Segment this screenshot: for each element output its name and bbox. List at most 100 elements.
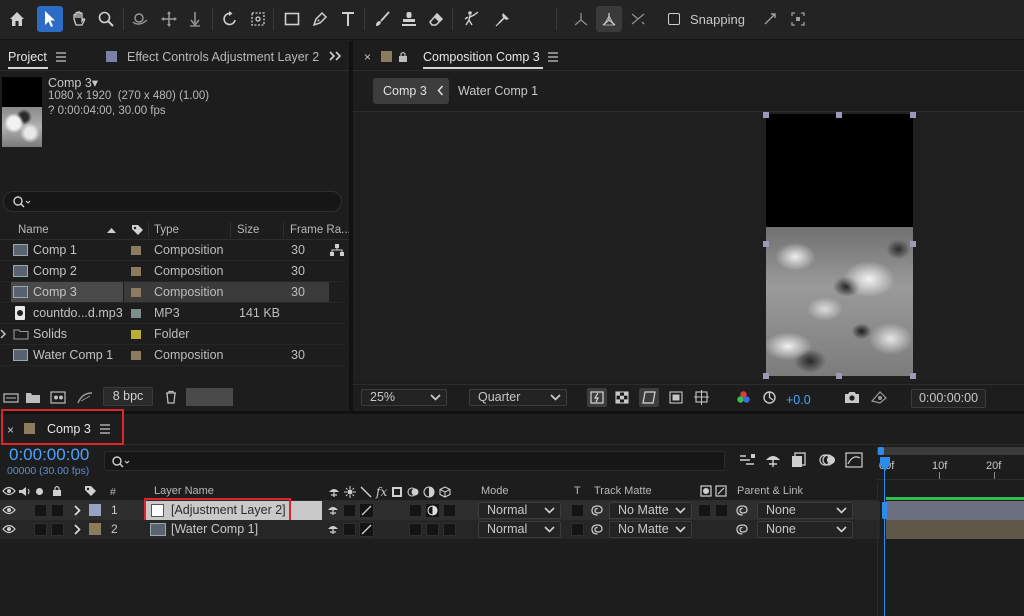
snap-grid-icon[interactable] — [785, 6, 811, 32]
label-column-icon[interactable] — [84, 485, 97, 497]
layer-bar-2[interactable] — [886, 520, 1024, 539]
column-layer-name[interactable]: Layer Name — [154, 485, 214, 497]
label-color-chip[interactable] — [131, 330, 141, 339]
preserve-transparency-toggle[interactable] — [571, 504, 584, 517]
label-column-icon[interactable] — [131, 224, 144, 236]
transform-handle[interactable] — [836, 373, 842, 379]
fast-previews-icon[interactable] — [587, 388, 607, 407]
exposure-value[interactable]: +0.0 — [786, 393, 811, 407]
channel-rgb-icon[interactable] — [736, 390, 751, 405]
column-name[interactable]: Name — [18, 224, 49, 236]
comp-canvas[interactable] — [766, 114, 913, 376]
track-matte-dropdown[interactable]: No Matte — [609, 521, 692, 538]
transform-handle[interactable] — [836, 112, 842, 118]
dolly-camera-icon[interactable] — [182, 6, 208, 32]
new-folder-icon[interactable] — [25, 391, 41, 404]
sort-ascending-icon[interactable] — [106, 227, 117, 234]
selection-tool-icon[interactable] — [37, 6, 63, 32]
transform-handle[interactable] — [763, 241, 769, 247]
playhead-handle[interactable] — [879, 456, 891, 472]
region-of-interest-icon[interactable] — [669, 391, 683, 404]
layer-in-point-handle[interactable] — [882, 502, 887, 519]
brush-tool-icon[interactable] — [369, 6, 395, 32]
project-item-comp-2[interactable]: Comp 2 Composition 30 — [0, 261, 345, 282]
transform-handle[interactable] — [763, 373, 769, 379]
lock-icon[interactable] — [398, 51, 408, 62]
parent-dropdown[interactable]: None — [757, 521, 853, 538]
rectangle-tool-icon[interactable] — [279, 6, 305, 32]
magnification-dropdown[interactable]: 25% — [361, 389, 447, 406]
track-matte-dropdown[interactable]: No Matte — [609, 502, 692, 519]
eye-icon[interactable] — [2, 505, 16, 515]
rotate-tool-icon[interactable] — [217, 6, 243, 32]
composition-viewer[interactable] — [353, 112, 1024, 382]
lock-toggle[interactable] — [51, 504, 64, 517]
label-color-chip[interactable] — [131, 309, 141, 318]
panel-menu-icon[interactable] — [547, 52, 559, 62]
snap-edges-icon[interactable] — [757, 6, 783, 32]
3d-layer-toggle[interactable] — [443, 523, 456, 536]
column-mode[interactable]: Mode — [481, 485, 509, 497]
pan-camera-icon[interactable] — [156, 6, 182, 32]
transform-handle[interactable] — [910, 241, 916, 247]
grid-guides-icon[interactable] — [694, 390, 709, 405]
view-axis-icon[interactable] — [625, 6, 651, 32]
world-axis-icon[interactable] — [596, 6, 622, 32]
timeline-current-time[interactable]: 0:00:00:00 — [9, 445, 89, 465]
thumbnail-transparency-swatch[interactable] — [186, 388, 233, 406]
bit-depth-button[interactable]: 8 bpc — [103, 387, 153, 406]
column-parent-link[interactable]: Parent & Link — [737, 485, 803, 497]
snapshot-camera-icon[interactable] — [844, 390, 860, 404]
tab-composition[interactable]: Composition Comp 3 — [423, 50, 540, 64]
pickwhip-icon[interactable] — [591, 504, 604, 517]
tab-effect-controls[interactable]: Effect Controls Adjustment Layer 2 — [127, 50, 319, 64]
snapping-checkbox[interactable] — [668, 13, 680, 25]
chevron-right-icon[interactable] — [74, 505, 81, 516]
hand-tool-icon[interactable] — [66, 6, 92, 32]
label-color-chip[interactable] — [131, 246, 141, 255]
pen-tool-icon[interactable] — [307, 6, 333, 32]
local-axis-icon[interactable] — [568, 6, 594, 32]
layer-bar-1[interactable] — [886, 501, 1024, 520]
zoom-tool-icon[interactable] — [93, 6, 119, 32]
transform-handle[interactable] — [910, 112, 916, 118]
video-switch-icon[interactable] — [2, 486, 16, 496]
column-track-matte[interactable]: Track Matte — [594, 485, 652, 497]
project-item-comp-1[interactable]: Comp 1 Composition 30 — [0, 240, 345, 261]
trash-icon[interactable] — [164, 390, 178, 404]
anchor-point-tool-icon[interactable] — [245, 6, 271, 32]
label-color-chip[interactable] — [131, 288, 141, 297]
shy-toggle-icon[interactable] — [327, 504, 339, 516]
breadcrumb-water-comp-1[interactable]: Water Comp 1 — [458, 84, 538, 98]
project-search-input[interactable] — [3, 191, 342, 212]
column-size[interactable]: Size — [237, 224, 259, 236]
current-time-display[interactable]: 0:00:00:00 — [911, 389, 986, 408]
matte-invert-toggle[interactable] — [715, 504, 728, 517]
project-settings-icon[interactable] — [76, 391, 94, 404]
breadcrumb-comp-3[interactable]: Comp 3 — [373, 78, 449, 104]
eye-icon[interactable] — [2, 524, 16, 534]
roto-brush-tool-icon[interactable] — [458, 6, 484, 32]
flowchart-icon[interactable] — [330, 244, 344, 256]
frame-blending-icon[interactable] — [791, 452, 807, 468]
motion-blur-toggle[interactable] — [409, 523, 422, 536]
new-composition-icon[interactable] — [50, 391, 66, 404]
solo-switch-icon[interactable] — [36, 488, 43, 495]
shy-layers-icon[interactable] — [764, 452, 782, 468]
tab-project[interactable]: Project — [8, 50, 47, 64]
preserve-transparency-toggle[interactable] — [571, 523, 584, 536]
collapse-toggle[interactable] — [343, 523, 356, 536]
project-item-audio[interactable]: countdo...d.mp3 MP3 141 KB — [0, 303, 345, 324]
orbit-camera-icon[interactable] — [128, 6, 154, 32]
parent-pickwhip-icon[interactable] — [736, 504, 749, 517]
chevron-right-icon[interactable] — [74, 524, 81, 535]
solo-toggle[interactable] — [34, 523, 47, 536]
quality-toggle[interactable] — [359, 503, 374, 518]
adjustment-layer-toggle[interactable] — [425, 503, 440, 518]
graph-editor-icon[interactable] — [845, 452, 863, 468]
layer-name[interactable]: [Water Comp 1] — [171, 522, 258, 536]
close-tab-icon[interactable]: × — [364, 50, 371, 64]
preview-comp-name[interactable]: Comp 3▾ — [48, 75, 98, 90]
interpret-footage-icon[interactable] — [3, 392, 19, 404]
time-ruler[interactable] — [877, 458, 1024, 480]
